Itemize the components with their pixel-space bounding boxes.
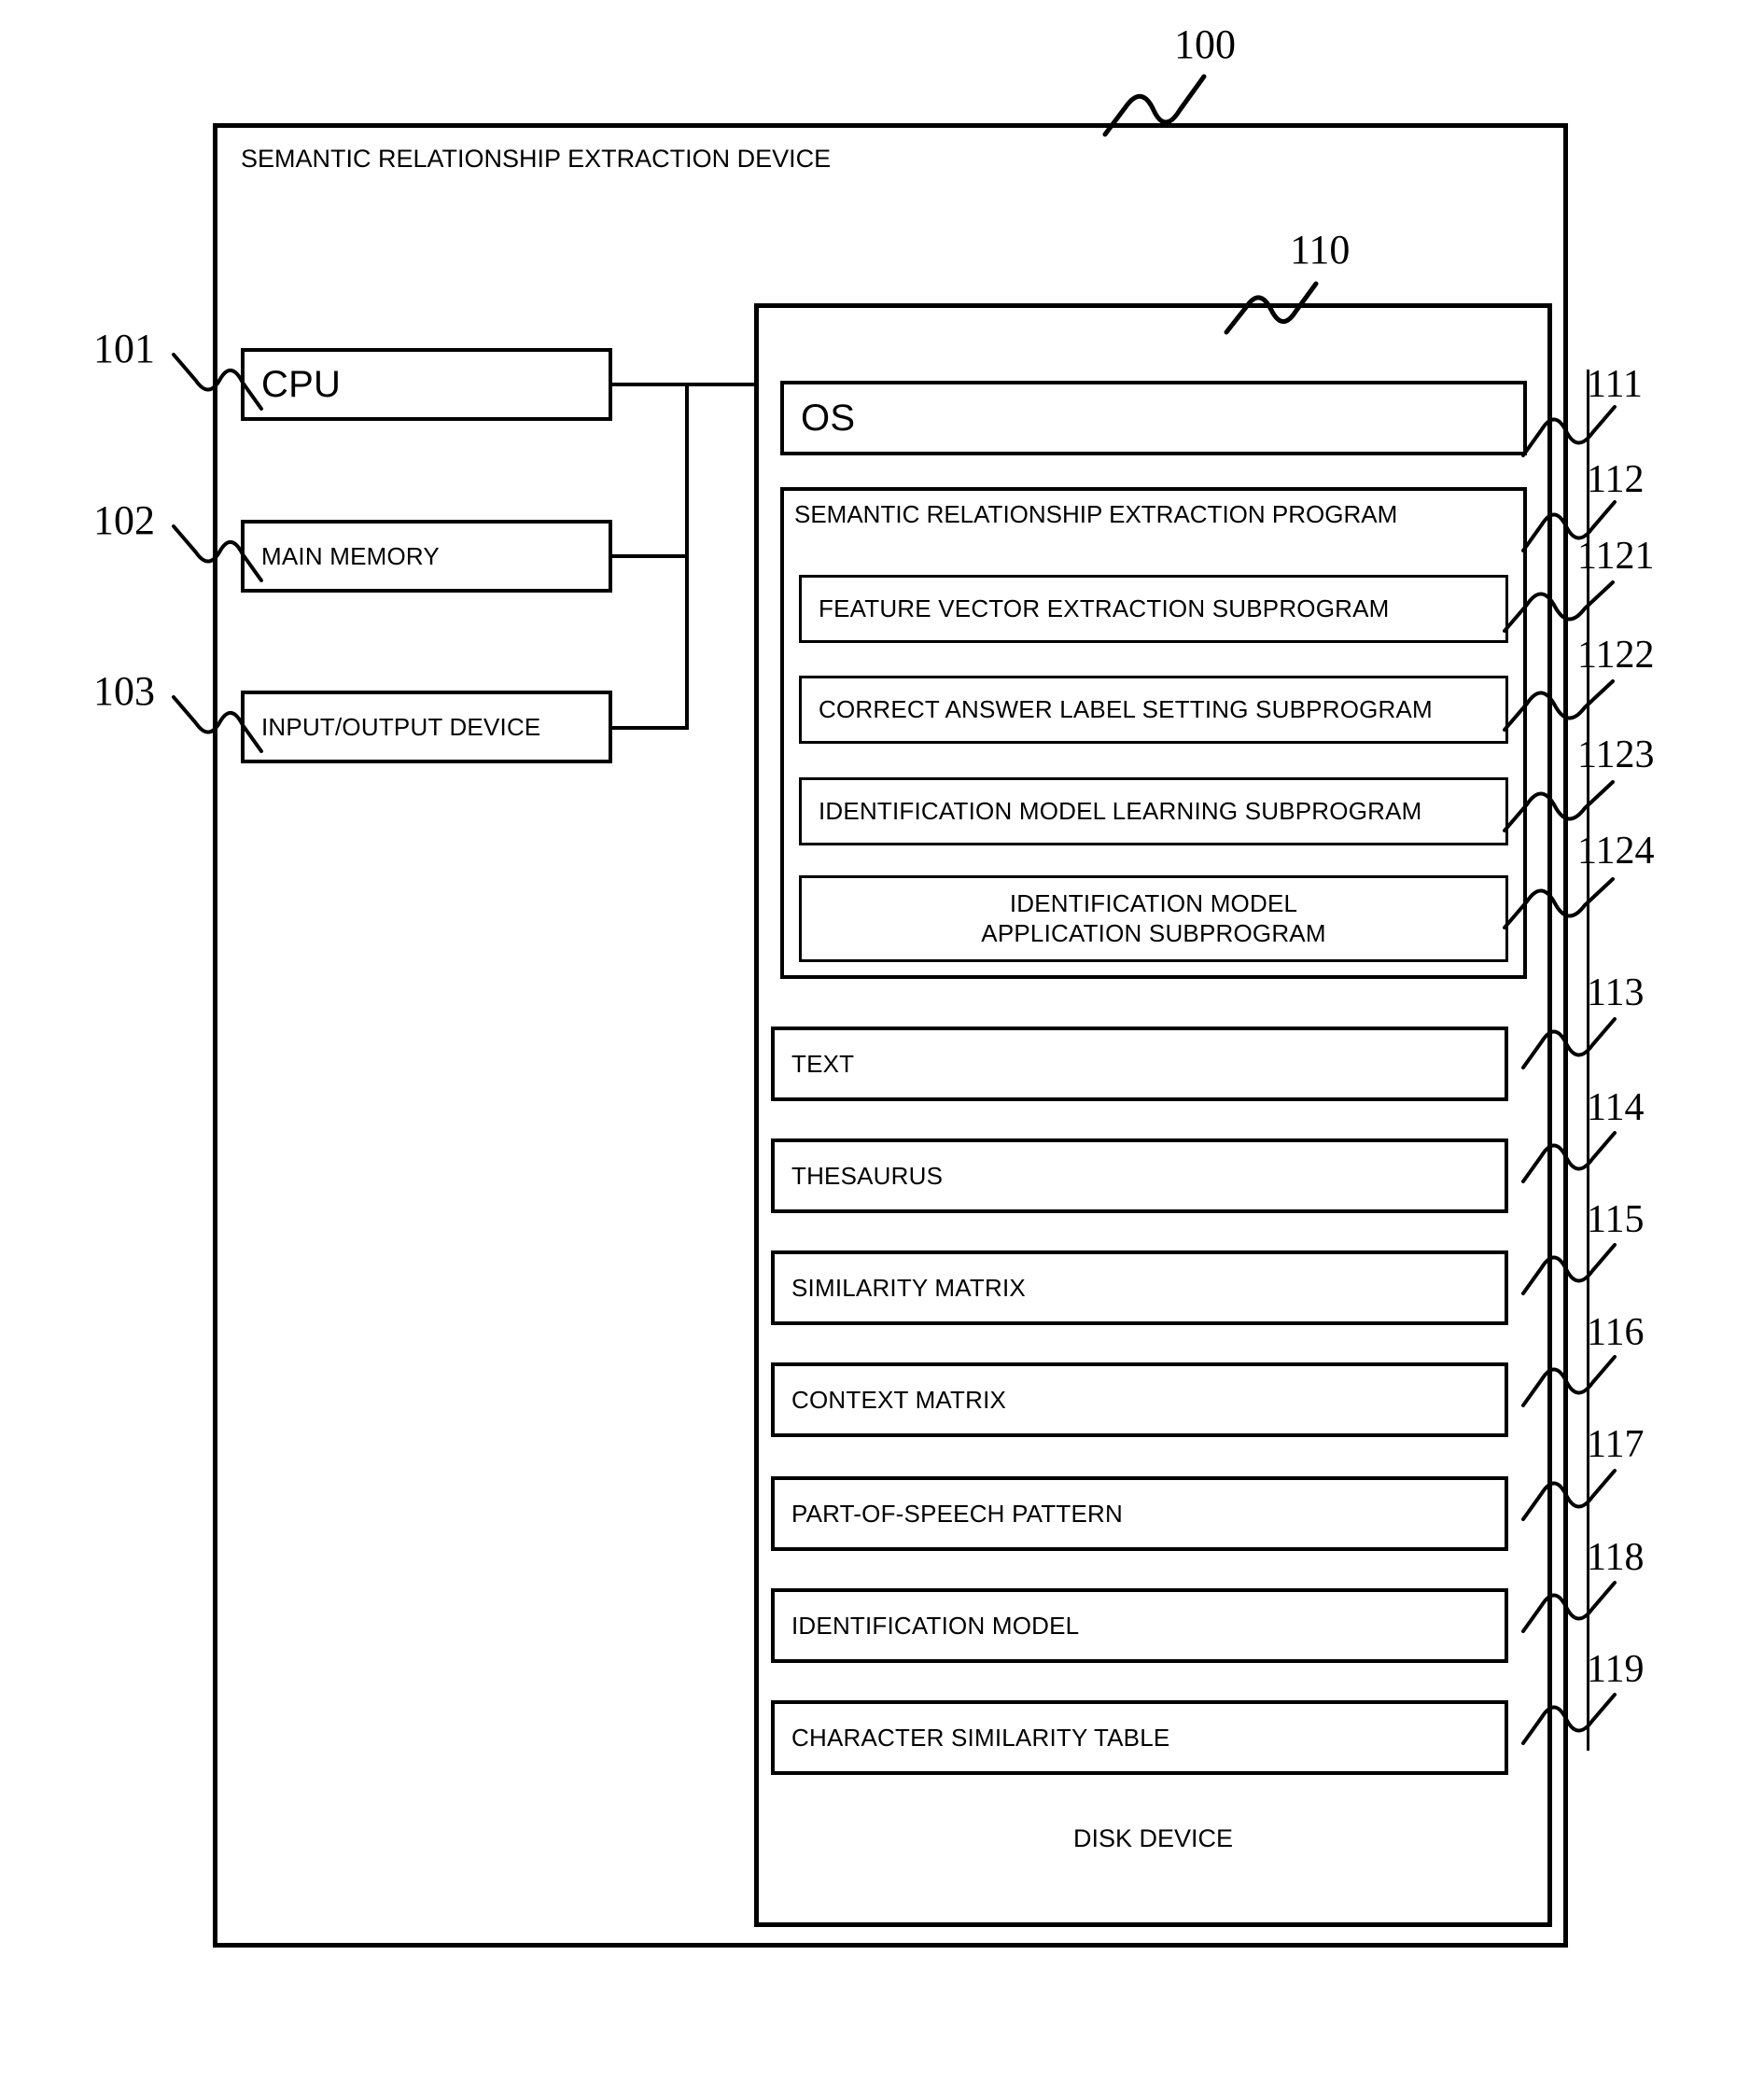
ref-114: 114: [1587, 1086, 1645, 1129]
leader-114: [1521, 1131, 1617, 1183]
ref-102: 102: [93, 497, 155, 543]
main-memory-box: MAIN MEMORY: [241, 520, 612, 593]
part-of-speech-pattern-box: PART-OF-SPEECH PATTERN: [771, 1476, 1508, 1551]
ref-110: 110: [1290, 227, 1351, 272]
leader-118: [1521, 1581, 1617, 1633]
os-box: OS: [780, 381, 1527, 455]
os-label: OS: [801, 397, 856, 439]
correct-answer-label-setting-subprogram-box: CORRECT ANSWER LABEL SETTING SUBPROGRAM: [799, 676, 1508, 744]
bus-io-line: [610, 726, 689, 730]
identification-model-box: IDENTIFICATION MODEL: [771, 1588, 1508, 1663]
ref-116: 116: [1587, 1311, 1645, 1354]
thesaurus-box: THESAURUS: [771, 1138, 1508, 1213]
disk-device-label: DISK DEVICE: [1072, 1824, 1234, 1852]
leader-115: [1521, 1243, 1617, 1295]
correct-answer-label-setting-subprogram-label: CORRECT ANSWER LABEL SETTING SUBPROGRAM: [819, 695, 1433, 723]
leader-113: [1521, 1017, 1617, 1069]
identification-model-application-subprogram-box: IDENTIFICATION MODEL APPLICATION SUBPROG…: [799, 875, 1508, 962]
ref-115: 115: [1587, 1198, 1645, 1241]
leader-116: [1521, 1355, 1617, 1407]
ref-119: 119: [1587, 1648, 1645, 1691]
feature-vector-extraction-subprogram-label: FEATURE VECTOR EXTRACTION SUBPROGRAM: [819, 594, 1390, 622]
identification-model-application-subprogram-label-line1: IDENTIFICATION MODEL: [1009, 888, 1298, 917]
leader-101: [172, 353, 263, 411]
context-matrix-box: CONTEXT MATRIX: [771, 1362, 1508, 1437]
ref-117: 117: [1587, 1423, 1645, 1466]
character-similarity-table-box: CHARACTER SIMILARITY TABLE: [771, 1700, 1508, 1775]
ref-113: 113: [1587, 971, 1645, 1014]
ref-1124: 1124: [1577, 830, 1655, 873]
patent-figure: SEMANTIC RELATIONSHIP EXTRACTION DEVICE …: [0, 0, 1764, 2095]
input-output-device-box: INPUT/OUTPUT DEVICE: [241, 691, 612, 763]
similarity-matrix-label: SIMILARITY MATRIX: [791, 1273, 1026, 1302]
text-box: TEXT: [771, 1027, 1508, 1101]
cpu-box: CPU: [241, 348, 612, 421]
part-of-speech-pattern-label: PART-OF-SPEECH PATTERN: [791, 1499, 1123, 1528]
leader-1122: [1503, 679, 1615, 732]
leader-103: [172, 695, 263, 753]
leader-100: [1102, 74, 1207, 137]
identification-model-application-subprogram-label-line2: APPLICATION SUBPROGRAM: [981, 918, 1326, 947]
bus-to-disk-line: [685, 383, 756, 386]
ref-103: 103: [93, 668, 155, 714]
leader-1123: [1503, 780, 1615, 832]
ref-1123: 1123: [1577, 733, 1655, 776]
leader-111: [1521, 405, 1617, 457]
semantic-relationship-extraction-program-label: SEMANTIC RELATIONSHIP EXTRACTION PROGRAM: [794, 500, 1398, 528]
input-output-device-label: INPUT/OUTPUT DEVICE: [261, 712, 541, 741]
ref-101: 101: [93, 326, 155, 371]
similarity-matrix-box: SIMILARITY MATRIX: [771, 1250, 1508, 1325]
leader-1124: [1503, 877, 1615, 929]
identification-model-learning-subprogram-label: IDENTIFICATION MODEL LEARNING SUBPROGRAM: [819, 797, 1422, 825]
ref-1122: 1122: [1577, 634, 1655, 677]
thesaurus-label: THESAURUS: [791, 1161, 944, 1190]
identification-model-label: IDENTIFICATION MODEL: [791, 1611, 1080, 1640]
text-label: TEXT: [791, 1049, 855, 1078]
ref-118: 118: [1587, 1536, 1645, 1579]
ref-112: 112: [1587, 458, 1645, 501]
context-matrix-label: CONTEXT MATRIX: [791, 1385, 1007, 1414]
leader-119: [1521, 1693, 1617, 1745]
leader-110: [1224, 281, 1319, 335]
bus-memory-line: [610, 554, 689, 558]
device-title: SEMANTIC RELATIONSHIP EXTRACTION DEVICE: [241, 145, 832, 173]
ref-100: 100: [1174, 21, 1236, 67]
leader-1121: [1503, 580, 1615, 633]
ref-1121: 1121: [1577, 535, 1655, 578]
ref-111: 111: [1587, 363, 1643, 406]
character-similarity-table-label: CHARACTER SIMILARITY TABLE: [791, 1723, 1170, 1752]
feature-vector-extraction-subprogram-box: FEATURE VECTOR EXTRACTION SUBPROGRAM: [799, 575, 1508, 643]
leader-102: [172, 524, 263, 582]
identification-model-learning-subprogram-box: IDENTIFICATION MODEL LEARNING SUBPROGRAM: [799, 777, 1508, 845]
leader-117: [1521, 1469, 1617, 1521]
